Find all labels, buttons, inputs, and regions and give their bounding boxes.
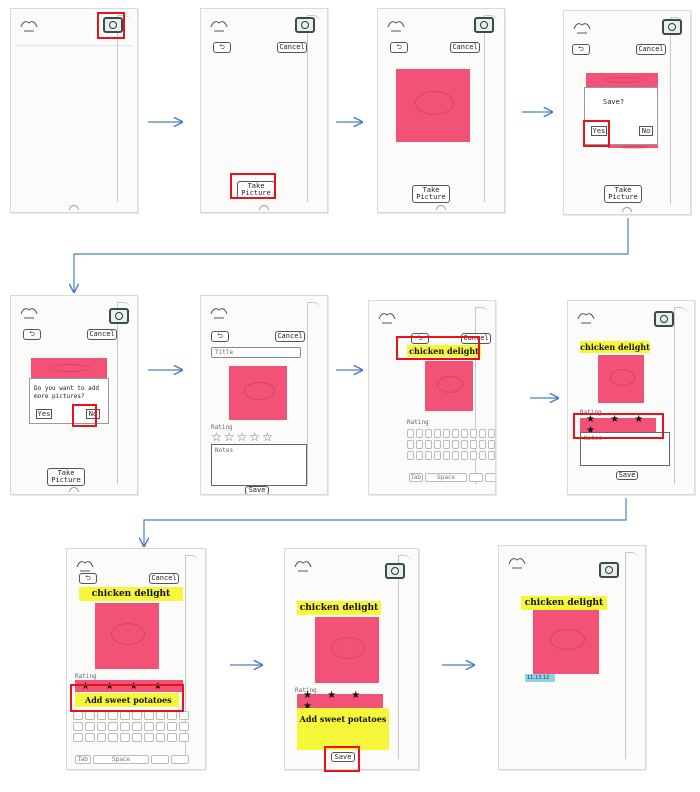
arrow-8-9 bbox=[144, 498, 627, 546]
flow-arrows bbox=[0, 0, 629, 792]
arrow-4-5 bbox=[74, 218, 629, 292]
